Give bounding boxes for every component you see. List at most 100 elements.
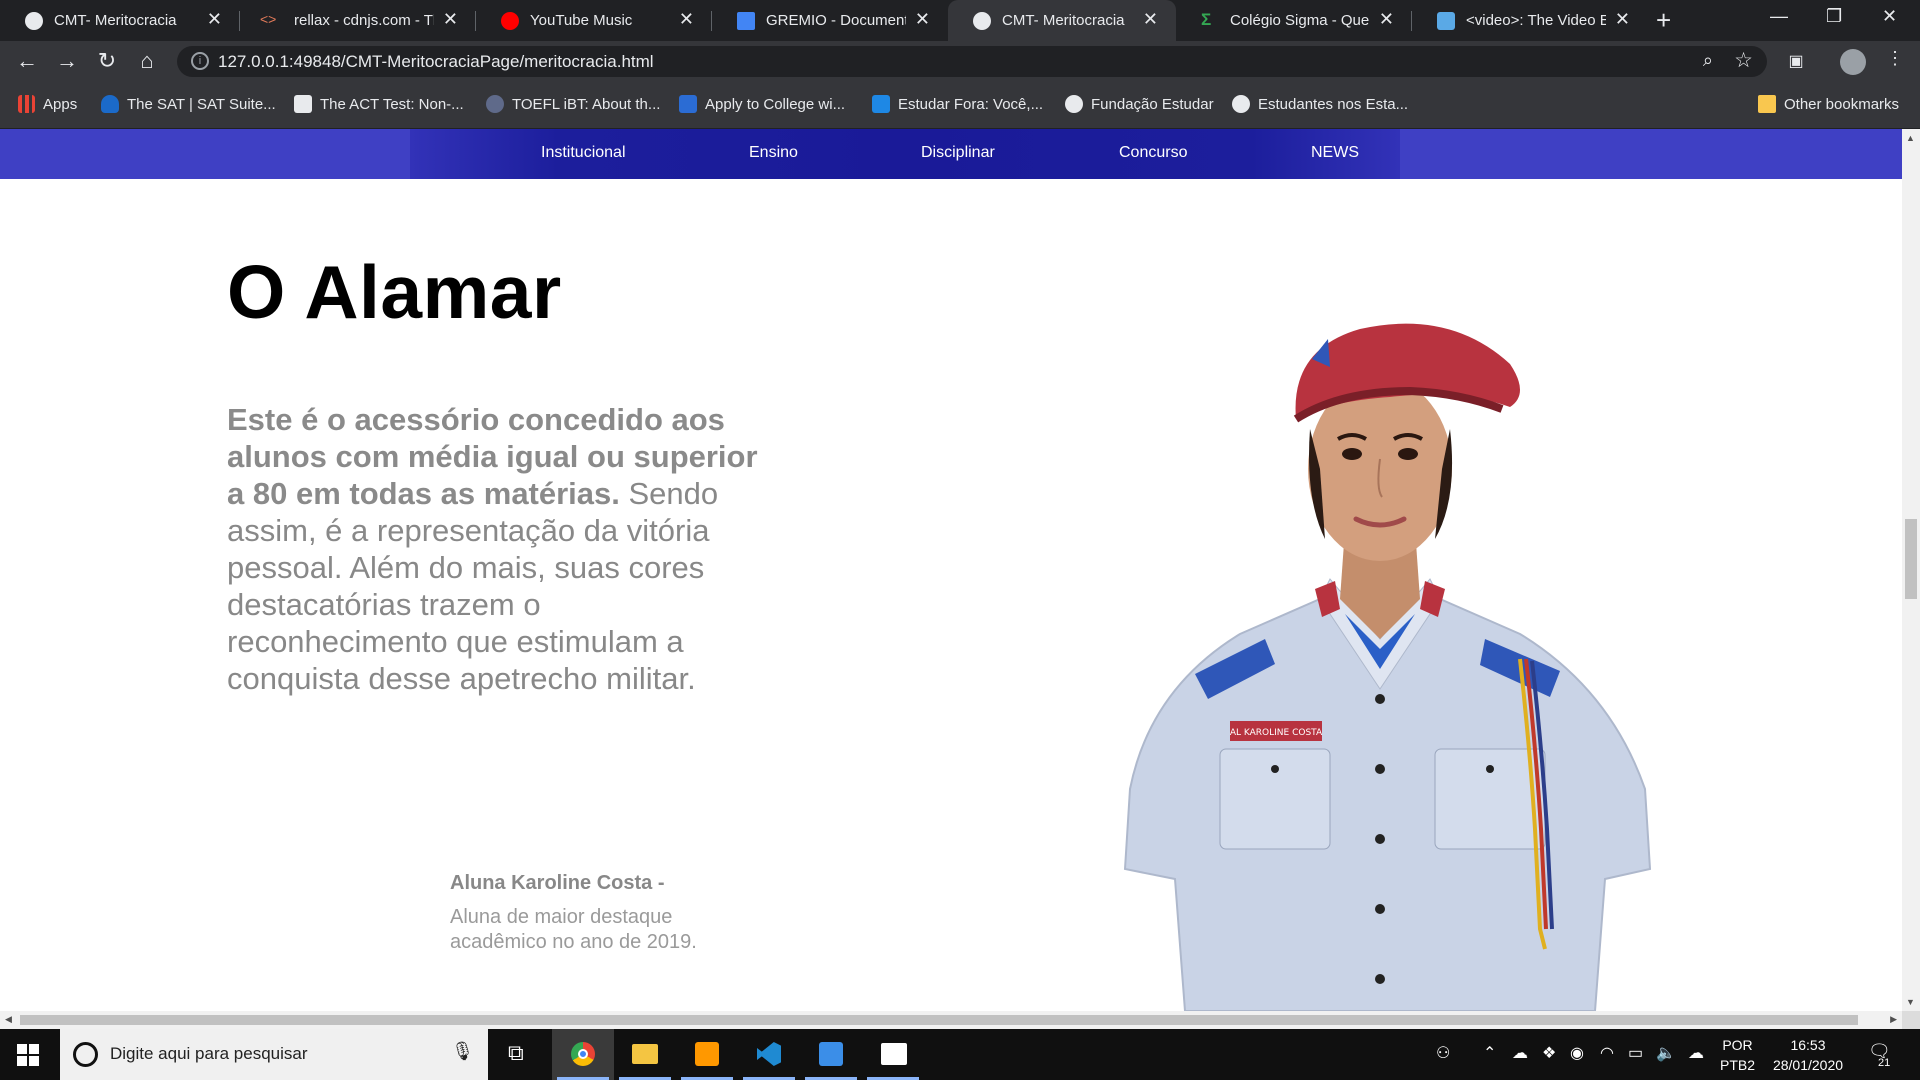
page-title: O Alamar (227, 250, 562, 334)
bookmark-label: The ACT Test: Non-... (320, 96, 464, 113)
windows-start-icon[interactable] (17, 1044, 39, 1066)
scroll-up-arrow[interactable]: ▲ (1906, 133, 1915, 143)
estudar-fora-icon (872, 95, 890, 113)
reload-button[interactable]: ↻ (92, 48, 122, 74)
media-player-icon (819, 1042, 843, 1066)
taskbar-media-player[interactable] (800, 1029, 862, 1080)
tab-title: YouTube Music (530, 12, 633, 29)
scroll-left-arrow[interactable]: ◀ (5, 1014, 12, 1025)
task-view-icon[interactable]: ⧉ (508, 1040, 524, 1066)
folder-icon (1758, 95, 1776, 113)
close-icon[interactable]: ✕ (679, 9, 694, 30)
restore-button[interactable]: ❐ (1826, 6, 1842, 27)
apps-grid-icon (18, 95, 35, 113)
nav-disciplinar[interactable]: Disciplinar (921, 144, 995, 162)
close-icon[interactable]: ✕ (1143, 9, 1158, 30)
bookmark-toefl[interactable]: TOEFL iBT: About th... (486, 95, 660, 113)
tab-6[interactable]: Σ Colégio Sigma - Quem ✕ (1176, 0, 1412, 41)
app-tray-icon[interactable]: ◉ (1570, 1043, 1584, 1063)
bookmark-label: Estudantes nos Esta... (1258, 96, 1409, 113)
system-clock[interactable]: 16:53 28/01/2020 (1768, 1035, 1848, 1075)
close-icon[interactable]: ✕ (207, 9, 222, 30)
back-button[interactable]: ← (12, 48, 42, 74)
nav-institucional[interactable]: Institucional (541, 144, 626, 162)
minimize-button[interactable]: — (1770, 6, 1788, 27)
tab-2[interactable]: <> rellax - cdnjs.com - The ✕ (240, 0, 476, 41)
close-icon[interactable]: ✕ (915, 9, 930, 30)
scroll-down-arrow[interactable]: ▼ (1906, 997, 1915, 1007)
search-placeholder: Digite aqui para pesquisar (110, 1044, 308, 1063)
cortana-icon[interactable] (73, 1042, 98, 1067)
onedrive-error-icon[interactable]: ☁ (1512, 1043, 1528, 1063)
mdn-icon (1437, 12, 1455, 30)
tab-7[interactable]: <video>: The Video Em ✕ (1412, 0, 1648, 41)
input-language[interactable]: POR PTB2 (1720, 1035, 1755, 1075)
bookmark-apps[interactable]: Apps (18, 95, 77, 113)
sigma-icon: Σ (1201, 10, 1212, 29)
forward-button[interactable]: → (52, 48, 82, 74)
scroll-thumb[interactable] (1905, 519, 1917, 599)
notifications-count: 21 (1878, 1057, 1891, 1069)
zoom-icon[interactable]: ⌕ (1703, 50, 1713, 71)
globe-icon (1232, 95, 1250, 113)
profile-avatar[interactable] (1840, 49, 1866, 75)
wifi-icon[interactable]: ◠ (1600, 1043, 1614, 1063)
nav-news[interactable]: NEWS (1311, 144, 1359, 162)
tab-title: <video>: The Video Em (1466, 12, 1606, 29)
student-photo: AL KAROLINE COSTA (1123, 323, 1652, 1011)
microphone-icon[interactable]: 🎙 (451, 1041, 474, 1062)
bookmark-star-icon[interactable]: ☆ (1734, 48, 1753, 73)
bookmark-common-app[interactable]: Apply to College wi... (679, 95, 845, 113)
address-bar[interactable]: i 127.0.0.1:49848/CMT-MeritocraciaPage/m… (177, 46, 1767, 77)
taskbar-video-editor[interactable] (862, 1029, 924, 1080)
taskbar-file-explorer[interactable] (614, 1029, 676, 1080)
window-close-button[interactable]: ✕ (1882, 6, 1897, 27)
bookmark-act[interactable]: The ACT Test: Non-... (294, 95, 464, 113)
act-icon (294, 95, 312, 113)
extension-icon[interactable]: ▣ (1781, 51, 1811, 71)
tab-1[interactable]: CMT- Meritocracia ✕ (0, 0, 240, 41)
info-icon[interactable]: i (191, 52, 209, 70)
home-button[interactable]: ⌂ (132, 48, 162, 74)
code-icon: <> (260, 11, 277, 27)
bookmark-label: The SAT | SAT Suite... (127, 96, 276, 113)
scroll-right-arrow[interactable]: ▶ (1890, 1014, 1897, 1025)
windows-taskbar: Digite aqui para pesquisar 🎙 ⧉ ⚇ ⌃ ☁ ❖ ◉… (0, 1029, 1920, 1080)
tab-title: CMT- Meritocracia (1002, 12, 1125, 29)
taskbar-vscode[interactable] (738, 1029, 800, 1080)
url-text[interactable]: 127.0.0.1:49848/CMT-MeritocraciaPage/mer… (218, 52, 654, 72)
taskbar-chrome[interactable] (552, 1029, 614, 1080)
tab-title: Colégio Sigma - Quem (1230, 12, 1370, 29)
tab-title: CMT- Meritocracia (54, 12, 177, 29)
bookmark-fundacao-estudar[interactable]: Fundação Estudar (1065, 95, 1214, 113)
close-icon[interactable]: ✕ (443, 9, 458, 30)
people-icon[interactable]: ⚇ (1436, 1043, 1450, 1063)
cloud-icon[interactable]: ☁ (1688, 1043, 1704, 1063)
taskbar-sublime[interactable] (676, 1029, 738, 1080)
battery-icon[interactable]: ▭ (1628, 1043, 1643, 1063)
nav-ensino[interactable]: Ensino (749, 144, 798, 162)
tab-3[interactable]: YouTube Music ✕ (476, 0, 712, 41)
tab-4[interactable]: GREMIO - Documentos ✕ (712, 0, 948, 41)
vertical-scrollbar[interactable]: ▲ ▼ (1902, 129, 1920, 1011)
bookmark-estudar-fora[interactable]: Estudar Fora: Você,... (872, 95, 1043, 113)
menu-icon[interactable]: ⋮ (1880, 48, 1910, 69)
dropbox-icon[interactable]: ❖ (1542, 1043, 1556, 1063)
bookmark-label: Other bookmarks (1784, 96, 1900, 113)
taskbar-search[interactable]: Digite aqui para pesquisar 🎙 (60, 1029, 488, 1080)
bookmark-other[interactable]: Other bookmarks (1758, 95, 1899, 113)
nav-concurso[interactable]: Concurso (1119, 144, 1187, 162)
bookmark-sat[interactable]: The SAT | SAT Suite... (101, 95, 276, 113)
close-icon[interactable]: ✕ (1379, 9, 1394, 30)
bookmark-label: TOEFL iBT: About th... (512, 96, 661, 113)
close-icon[interactable]: ✕ (1615, 9, 1630, 30)
scroll-corner (1902, 1011, 1920, 1029)
hscroll-thumb[interactable] (20, 1015, 1858, 1025)
tab-5-active[interactable]: CMT- Meritocracia ✕ (948, 0, 1176, 41)
browser-toolbar: ← → ↻ ⌂ i 127.0.0.1:49848/CMT-Meritocrac… (0, 41, 1920, 82)
bookmark-estudantes[interactable]: Estudantes nos Esta... (1232, 95, 1408, 113)
show-hidden-icons[interactable]: ⌃ (1483, 1043, 1496, 1063)
volume-icon[interactable]: 🔈 (1656, 1043, 1676, 1063)
horizontal-scrollbar[interactable]: ◀ ▶ (0, 1011, 1902, 1029)
new-tab-button[interactable]: + (1656, 5, 1671, 36)
